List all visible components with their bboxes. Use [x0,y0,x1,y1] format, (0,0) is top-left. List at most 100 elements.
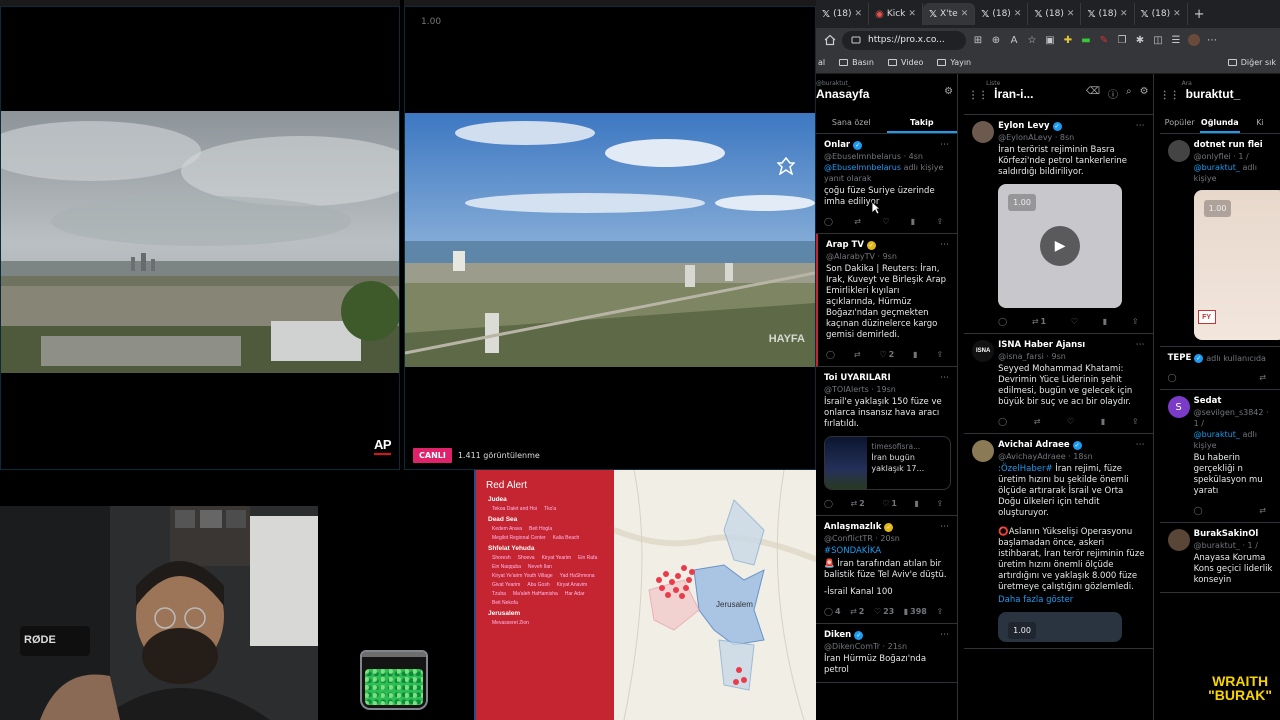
like-count[interactable]: ♡ 23 [874,606,894,617]
like-count[interactable]: ♡ 1 [882,498,897,509]
share-icon[interactable]: ⇪ [936,216,943,227]
share-icon[interactable]: ⇪ [936,498,943,509]
extensions-icon[interactable]: ✱ [1134,34,1146,46]
views-icon[interactable]: ▮ [911,216,915,227]
close-tab-icon[interactable]: ✕ [855,9,863,19]
show-more-link[interactable]: Daha fazla göster [998,595,1146,606]
close-tab-icon[interactable]: ✕ [1173,9,1181,19]
tweet-author[interactable]: Arap TV [826,240,864,251]
settings-gear-icon[interactable]: ⚙ [944,86,953,97]
more-options-icon[interactable]: ⋯ [1136,340,1145,351]
close-tab-icon[interactable]: ✕ [908,9,916,19]
browser-tab[interactable]: ◉ Kick ✕ [869,3,923,25]
browser-tab[interactable]: 𝕏 (18) ✕ [1028,3,1082,25]
more-options-icon[interactable]: ⋯ [1136,440,1145,451]
tweet-author[interactable]: Eylon Levy [998,121,1049,132]
link-preview-card[interactable]: timesofisra... İran bugün yaklaşık 17... [824,436,952,490]
retweet-count[interactable]: ⇄ 2 [850,606,864,617]
view-count[interactable]: ▮ 398 [904,606,927,617]
bookmark-folder[interactable]: Basın [839,58,874,67]
browser-tab[interactable]: 𝕏 (18) ✕ [1081,3,1135,25]
reply-mention[interactable]: @Ebuselmnbelarus [824,163,901,172]
more-menu-icon[interactable]: ⋯ [1206,34,1218,46]
tweet[interactable]: Avichai Adraee ✓ ⋯ @AvichayAdraee · 18sn … [964,434,1153,649]
tweet[interactable]: Anlaşmazlık ✓ ⋯ @ConflictTR · 20sn #SONDA… [816,516,958,624]
profile-avatar-icon[interactable] [1188,34,1200,46]
tweet[interactable]: Onlar ✓ ⋯ @Ebuselmnbelarus · 4sn @Ebuselm… [816,134,958,234]
new-tab-plus-icon[interactable]: + [1194,7,1205,22]
avatar[interactable] [1167,140,1190,162]
reply-icon[interactable]: ◯ [824,216,833,227]
tweet[interactable]: TEPE ✓ adlı kullanıcıda ◯ ⇄ [1159,347,1280,390]
tweet-hashtag[interactable]: :ÖzelHaber# [998,464,1052,474]
browser-tab[interactable]: 𝕏 X'te ✕ [922,3,976,25]
avatar[interactable]: S [1167,396,1190,418]
reply-count[interactable]: ◯ 4 [824,606,841,617]
close-tab-icon[interactable]: ✕ [1067,9,1075,19]
tweet-author[interactable]: Onlar [824,140,850,151]
video-player-right[interactable]: 1.00 HAYFA CANLI 1.411 görüntülenme [404,6,816,470]
like-icon[interactable]: ♡ [1067,416,1074,427]
share-icon[interactable]: ⇪ [1132,416,1139,427]
video-embed[interactable]: 1.00 FY [1193,190,1280,340]
tweet[interactable]: Diken ✓ ⋯ @DikenComTr · 21sn İran Hürmüz … [816,624,958,683]
tweet[interactable]: ISNA ISNA Haber Ajansı ⋯ @isna_farsi · 9… [964,334,1153,434]
play-icon[interactable]: ▶ [1040,226,1081,266]
app-available-icon[interactable]: ⊞ [972,34,984,46]
retweet-icon[interactable]: ⇄ [854,216,861,227]
retweet-count[interactable]: ⇄ 2 [850,498,864,509]
browser-tab[interactable]: 𝕏 (18) ✕ [816,3,870,25]
views-icon[interactable]: ▮ [913,349,917,360]
retweet-icon[interactable]: ⇄ [1034,416,1041,427]
favorites-list-icon[interactable]: ☰ [1170,34,1182,46]
video-player-left[interactable]: AP [0,6,400,470]
extension-screenshot-icon[interactable]: ▣ [1044,34,1056,46]
browser-tab[interactable]: 𝕏 (18) ✕ [1135,3,1188,25]
views-icon[interactable]: ▮ [1103,316,1107,327]
reply-mention[interactable]: @buraktut_ [1194,163,1240,172]
retweet-count[interactable]: ⇄ 1 [1032,316,1046,327]
tweet-hashtag[interactable]: #SONDAKİKA [824,546,951,557]
video-embed[interactable]: 1.00 ▶ [998,184,1123,308]
share-icon[interactable]: ⇪ [936,349,943,360]
tab-people[interactable]: Ki [1240,114,1280,133]
zoom-icon[interactable]: ⊕ [990,34,1002,46]
favorite-star-icon[interactable]: ☆ [1026,34,1038,46]
tweet[interactable]: dotnet run flei @onlyflei · 1 / @buraktu… [1159,134,1280,347]
reply-icon[interactable]: ◯ [1168,372,1177,383]
tweet-author[interactable]: BurakSakinOl [1194,529,1259,540]
more-options-icon[interactable]: ⋯ [940,140,949,151]
tweet[interactable]: BurakSakinOl @buraktut_ · 1 / Anayasa Ko… [1159,523,1280,593]
retweet-icon[interactable]: ⇄ [1259,372,1266,383]
like-icon[interactable]: ♡ [1071,316,1078,327]
more-options-icon[interactable]: ⋯ [940,630,949,641]
reply-icon[interactable]: ◯ [1194,505,1203,516]
tab-latest[interactable]: Oğlunda [1199,114,1240,133]
tweet-author[interactable]: Sedat [1194,396,1222,407]
clear-icon[interactable]: ⌫ [1086,86,1100,101]
info-icon[interactable]: ⓘ [1108,86,1118,101]
tweet[interactable]: Toi UYARILARI ⋯ @TOIAlerts · 19sn İsrail… [816,367,958,516]
extension-tool-icon[interactable]: ✎ [1098,34,1110,46]
retweet-icon[interactable]: ⇄ [854,349,861,360]
close-tab-icon[interactable]: ✕ [961,9,969,19]
site-info-icon[interactable] [850,34,862,46]
tweet-author[interactable]: dotnet run flei [1194,140,1263,151]
video-embed[interactable]: 1.00 [998,612,1123,642]
alert-map[interactable]: Jerusalem [612,470,816,720]
tweet-author[interactable]: Toi UYARILARI [824,373,891,384]
extension-color-icon[interactable]: ✚ [1062,34,1074,46]
drag-handle-icon[interactable]: ⋮⋮ [968,90,988,101]
read-aloud-icon[interactable]: A [1008,34,1020,46]
other-bookmarks-folder[interactable]: Diğer sık [1227,58,1276,67]
avatar[interactable] [972,121,995,143]
tweet-author[interactable]: ISNA Haber Ajansı [998,340,1085,351]
close-tab-icon[interactable]: ✕ [1014,9,1022,19]
more-options-icon[interactable]: ⋯ [940,522,949,533]
tab-popular[interactable]: Popüler [1160,114,1200,133]
bookmark-truncated[interactable]: al [818,58,825,67]
tab-for-you[interactable]: Sana özel [816,114,887,133]
close-tab-icon[interactable]: ✕ [1120,9,1128,19]
tweet-author[interactable]: Diken [824,630,851,641]
home-icon[interactable] [824,34,836,46]
